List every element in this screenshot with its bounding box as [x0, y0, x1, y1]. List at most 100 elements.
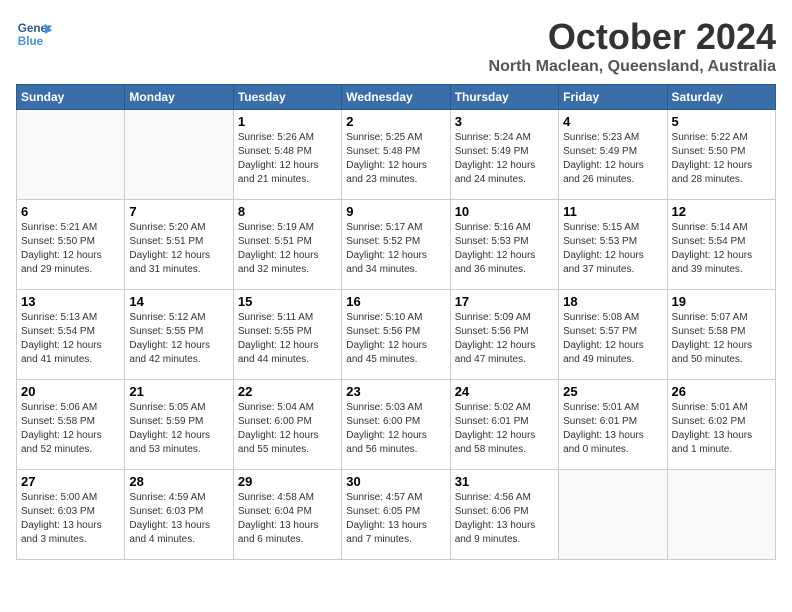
day-info: Sunrise: 5:02 AM Sunset: 6:01 PM Dayligh… [455, 401, 554, 457]
calendar-cell: 17 Sunrise: 5:09 AM Sunset: 5:56 PM Dayli… [450, 290, 558, 380]
day-info: Sunrise: 4:58 AM Sunset: 6:04 PM Dayligh… [238, 491, 337, 547]
calendar-cell: 9Sunrise: 5:17 AM Sunset: 5:52 PM Daylig… [342, 200, 450, 290]
subtitle: North Maclean, Queensland, Australia [489, 58, 776, 76]
calendar-cell: 1Sunrise: 5:26 AM Sunset: 5:48 PM Daylig… [233, 110, 341, 200]
calendar-cell: 30Sunrise: 4:57 AM Sunset: 6:05 PM Dayli… [342, 470, 450, 560]
calendar-cell: 7 Sunrise: 5:20 AM Sunset: 5:51 PM Daylig… [125, 200, 233, 290]
day-number: 14 [129, 294, 228, 309]
day-number: 31 [455, 474, 554, 489]
calendar-cell [125, 110, 233, 200]
calendar-cell: 3 Sunrise: 5:24 AM Sunset: 5:49 PM Daylig… [450, 110, 558, 200]
calendar-cell: 27 Sunrise: 5:00 AM Sunset: 6:03 PM Dayli… [17, 470, 125, 560]
day-info: Sunrise: 5:01 AM Sunset: 6:02 PM Dayligh… [672, 401, 771, 457]
day-number: 6 [21, 204, 120, 219]
calendar-week-row: 20 Sunrise: 5:06 AM Sunset: 5:58 PM Dayli… [17, 380, 776, 470]
weekday-header-tuesday: Tuesday [233, 85, 341, 110]
day-number: 23 [346, 384, 445, 399]
day-number: 28 [129, 474, 228, 489]
calendar-cell: 12 Sunrise: 5:14 AM Sunset: 5:54 PM Dayli… [667, 200, 775, 290]
day-info: Sunrise: 4:57 AM Sunset: 6:05 PM Dayligh… [346, 491, 445, 547]
title-section: October 2024 North Maclean, Queensland, … [489, 16, 776, 76]
day-info: Sunrise: 5:01 AM Sunset: 6:01 PM Dayligh… [563, 401, 662, 457]
day-number: 20 [21, 384, 120, 399]
calendar-cell: 13 Sunrise: 5:13 AM Sunset: 5:54 PM Dayli… [17, 290, 125, 380]
day-info: Sunrise: 5:10 AM Sunset: 5:56 PM Dayligh… [346, 311, 445, 367]
day-number: 5 [672, 114, 771, 129]
calendar-cell: 10Sunrise: 5:16 AM Sunset: 5:53 PM Dayli… [450, 200, 558, 290]
day-info: Sunrise: 5:24 AM Sunset: 5:49 PM Dayligh… [455, 131, 554, 187]
day-number: 27 [21, 474, 120, 489]
day-info: Sunrise: 5:04 AM Sunset: 6:00 PM Dayligh… [238, 401, 337, 457]
calendar-cell: 26 Sunrise: 5:01 AM Sunset: 6:02 PM Dayli… [667, 380, 775, 470]
day-info: Sunrise: 5:08 AM Sunset: 5:57 PM Dayligh… [563, 311, 662, 367]
calendar-cell: 11Sunrise: 5:15 AM Sunset: 5:53 PM Dayli… [559, 200, 667, 290]
calendar-week-row: 13 Sunrise: 5:13 AM Sunset: 5:54 PM Dayli… [17, 290, 776, 380]
calendar-cell [559, 470, 667, 560]
day-number: 10 [455, 204, 554, 219]
day-number: 16 [346, 294, 445, 309]
day-number: 18 [563, 294, 662, 309]
calendar-cell: 2Sunrise: 5:25 AM Sunset: 5:48 PM Daylig… [342, 110, 450, 200]
day-info: Sunrise: 5:12 AM Sunset: 5:55 PM Dayligh… [129, 311, 228, 367]
day-info: Sunrise: 5:11 AM Sunset: 5:55 PM Dayligh… [238, 311, 337, 367]
calendar-cell: 19 Sunrise: 5:07 AM Sunset: 5:58 PM Dayli… [667, 290, 775, 380]
day-number: 4 [563, 114, 662, 129]
day-info: Sunrise: 5:14 AM Sunset: 5:54 PM Dayligh… [672, 221, 771, 277]
calendar-table: SundayMondayTuesdayWednesdayThursdayFrid… [16, 84, 776, 560]
day-info: Sunrise: 5:15 AM Sunset: 5:53 PM Dayligh… [563, 221, 662, 277]
day-number: 17 [455, 294, 554, 309]
day-info: Sunrise: 5:09 AM Sunset: 5:56 PM Dayligh… [455, 311, 554, 367]
calendar-cell: 29Sunrise: 4:58 AM Sunset: 6:04 PM Dayli… [233, 470, 341, 560]
calendar-cell: 8Sunrise: 5:19 AM Sunset: 5:51 PM Daylig… [233, 200, 341, 290]
day-info: Sunrise: 5:26 AM Sunset: 5:48 PM Dayligh… [238, 131, 337, 187]
calendar-cell: 6 Sunrise: 5:21 AM Sunset: 5:50 PM Daylig… [17, 200, 125, 290]
calendar-cell [667, 470, 775, 560]
day-number: 3 [455, 114, 554, 129]
day-info: Sunrise: 5:05 AM Sunset: 5:59 PM Dayligh… [129, 401, 228, 457]
day-info: Sunrise: 5:07 AM Sunset: 5:58 PM Dayligh… [672, 311, 771, 367]
calendar-cell: 20 Sunrise: 5:06 AM Sunset: 5:58 PM Dayli… [17, 380, 125, 470]
day-number: 26 [672, 384, 771, 399]
main-title: October 2024 [489, 16, 776, 58]
day-info: Sunrise: 4:56 AM Sunset: 6:06 PM Dayligh… [455, 491, 554, 547]
calendar-cell: 28 Sunrise: 4:59 AM Sunset: 6:03 PM Dayli… [125, 470, 233, 560]
day-number: 19 [672, 294, 771, 309]
day-info: Sunrise: 5:21 AM Sunset: 5:50 PM Dayligh… [21, 221, 120, 277]
calendar-cell: 15 Sunrise: 5:11 AM Sunset: 5:55 PM Dayli… [233, 290, 341, 380]
calendar-cell: 18 Sunrise: 5:08 AM Sunset: 5:57 PM Dayli… [559, 290, 667, 380]
day-info: Sunrise: 5:22 AM Sunset: 5:50 PM Dayligh… [672, 131, 771, 187]
day-info: Sunrise: 5:00 AM Sunset: 6:03 PM Dayligh… [21, 491, 120, 547]
calendar-cell: 5 Sunrise: 5:22 AM Sunset: 5:50 PM Daylig… [667, 110, 775, 200]
calendar-cell: 22Sunrise: 5:04 AM Sunset: 6:00 PM Dayli… [233, 380, 341, 470]
day-info: Sunrise: 5:06 AM Sunset: 5:58 PM Dayligh… [21, 401, 120, 457]
day-number: 25 [563, 384, 662, 399]
logo-svg: General Blue [16, 16, 52, 52]
calendar-week-row: 1Sunrise: 5:26 AM Sunset: 5:48 PM Daylig… [17, 110, 776, 200]
day-number: 7 [129, 204, 228, 219]
logo: General Blue [16, 16, 52, 52]
day-info: Sunrise: 5:20 AM Sunset: 5:51 PM Dayligh… [129, 221, 228, 277]
calendar-cell: 31 Sunrise: 4:56 AM Sunset: 6:06 PM Dayli… [450, 470, 558, 560]
calendar-cell: 21 Sunrise: 5:05 AM Sunset: 5:59 PM Dayli… [125, 380, 233, 470]
day-number: 12 [672, 204, 771, 219]
weekday-header-thursday: Thursday [450, 85, 558, 110]
day-info: Sunrise: 5:23 AM Sunset: 5:49 PM Dayligh… [563, 131, 662, 187]
calendar-week-row: 27 Sunrise: 5:00 AM Sunset: 6:03 PM Dayli… [17, 470, 776, 560]
day-number: 21 [129, 384, 228, 399]
header: General Blue October 2024 North Maclean,… [16, 16, 776, 76]
calendar-cell: 25 Sunrise: 5:01 AM Sunset: 6:01 PM Dayli… [559, 380, 667, 470]
day-info: Sunrise: 5:19 AM Sunset: 5:51 PM Dayligh… [238, 221, 337, 277]
day-info: Sunrise: 5:13 AM Sunset: 5:54 PM Dayligh… [21, 311, 120, 367]
day-number: 2 [346, 114, 445, 129]
calendar-cell: 14 Sunrise: 5:12 AM Sunset: 5:55 PM Dayli… [125, 290, 233, 380]
weekday-header-monday: Monday [125, 85, 233, 110]
day-number: 13 [21, 294, 120, 309]
weekday-header-sunday: Sunday [17, 85, 125, 110]
day-info: Sunrise: 4:59 AM Sunset: 6:03 PM Dayligh… [129, 491, 228, 547]
day-number: 24 [455, 384, 554, 399]
calendar-cell [17, 110, 125, 200]
weekday-header-saturday: Saturday [667, 85, 775, 110]
weekday-header-friday: Friday [559, 85, 667, 110]
day-number: 15 [238, 294, 337, 309]
day-number: 9 [346, 204, 445, 219]
